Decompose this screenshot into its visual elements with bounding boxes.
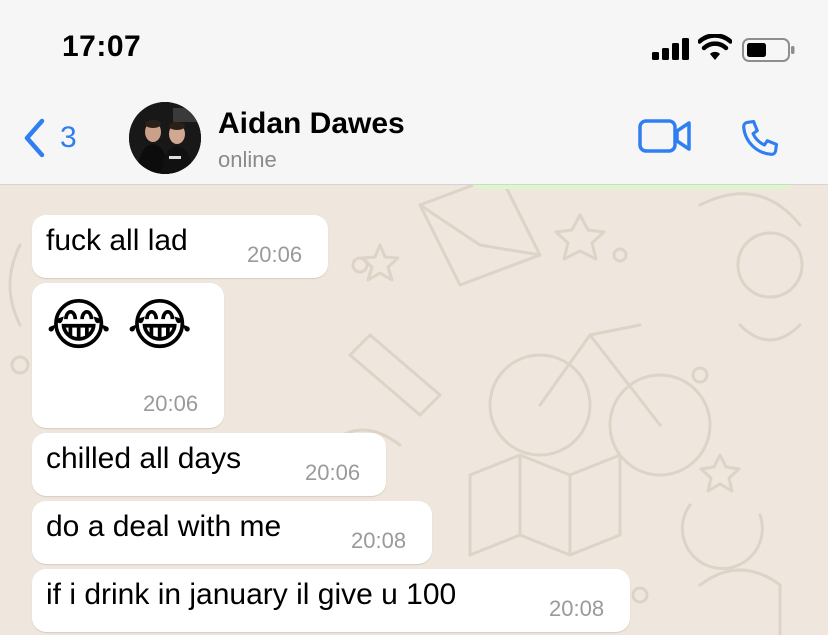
message-time: 20:06	[143, 391, 199, 416]
message-text: chilled all days	[46, 442, 242, 475]
message-text: do a deal with me	[46, 510, 282, 543]
message-time: 20:08	[549, 596, 605, 621]
message-list[interactable]: fuck all lad 20:06 😂 😂 20:06 chilled all…	[0, 185, 828, 635]
message-emoji: 😂 😂	[46, 293, 193, 356]
video-call-icon[interactable]	[638, 118, 692, 154]
chat-header: 3 Aidan Dawes online	[0, 96, 828, 185]
message-time: 20:08	[351, 528, 407, 553]
message-bubble[interactable]: fuck all lad 20:06	[32, 215, 328, 278]
message-bubble[interactable]: do a deal with me 20:08	[32, 501, 432, 564]
wifi-icon	[698, 34, 732, 60]
unread-count: 3	[60, 121, 77, 154]
message-bubble[interactable]: 😂 😂 20:06	[32, 283, 224, 428]
message-time: 20:06	[247, 242, 303, 267]
message-time: 20:06	[305, 460, 361, 485]
battery-icon	[742, 38, 795, 62]
message-text: fuck all lad	[46, 224, 188, 257]
message-bubble[interactable]: chilled all days 20:06	[32, 433, 386, 496]
message-text: if i drink in january il give u 100	[46, 578, 457, 611]
previous-outgoing-bubble	[468, 185, 796, 189]
contact-name[interactable]: Aidan Dawes	[218, 107, 405, 141]
status-bar: 17:07	[0, 0, 828, 96]
cellular-signal-icon	[652, 38, 690, 60]
back-button[interactable]: 3	[22, 116, 77, 160]
chevron-left-icon	[24, 118, 45, 158]
phone-call-icon[interactable]	[738, 116, 782, 160]
status-time: 17:07	[62, 30, 142, 63]
avatar[interactable]	[129, 102, 201, 174]
contact-status: online	[218, 147, 277, 172]
message-bubble[interactable]: if i drink in january il give u 100 20:0…	[32, 569, 630, 632]
